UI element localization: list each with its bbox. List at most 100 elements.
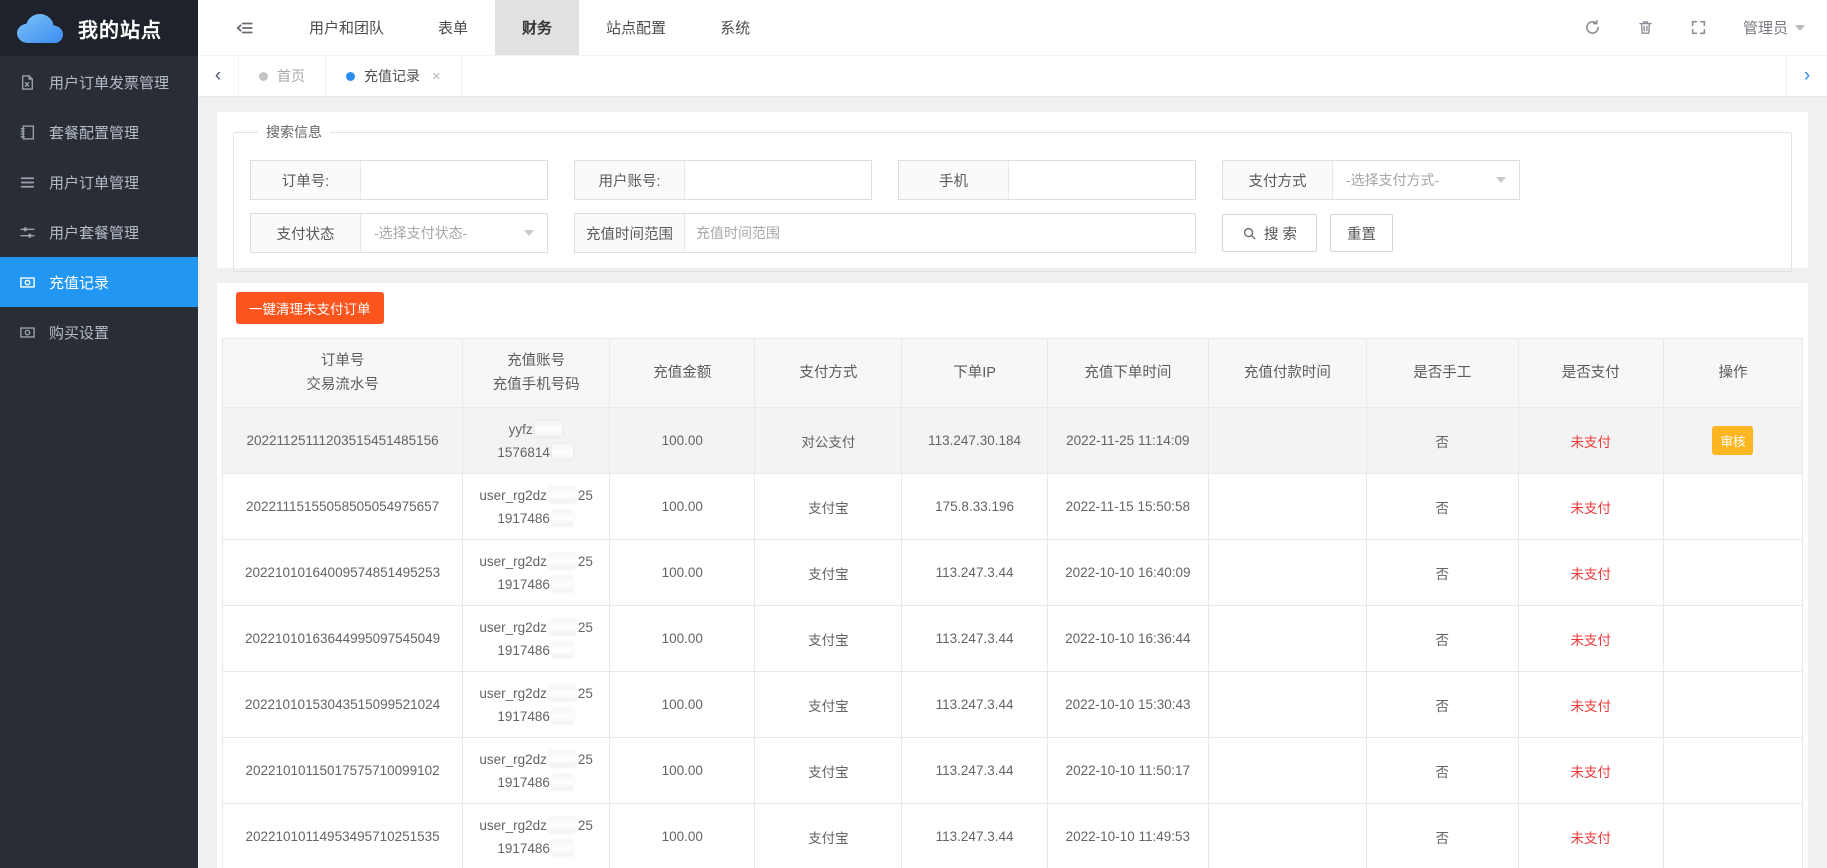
header-row: 订单号 交易流水号 充值账号 充值手机号码 充值金额 支付方式 下单IP 充值下单时间 充值付款… <box>221 338 1804 408</box>
cell-order-no: 20221115155058505054975657 <box>221 473 464 540</box>
table-head: 订单号 交易流水号 充值账号 充值手机号码 充值金额 支付方式 下单IP 充值下单时间 充值付款… <box>221 338 1804 408</box>
cell-amount: 100.00 <box>609 737 756 804</box>
cell-order-time: 2022-10-10 16:36:44 <box>1046 605 1209 672</box>
cell-action: 审核 <box>1662 407 1804 474</box>
sidebar-menu: 用户订单发票管理 套餐配置管理 用户订单管理 用户套餐管理充值记录 购买设置 <box>0 56 198 357</box>
topnav-item-site-config[interactable]: 站点配置 <box>579 0 693 55</box>
cell-pay-method: 支付宝 <box>754 803 903 868</box>
site-title: 我的站点 <box>78 19 162 42</box>
banknote-icon <box>19 324 36 341</box>
records-table: 订单号 交易流水号 充值账号 充值手机号码 充值金额 支付方式 下单IP 充值下单时间 充值付款… <box>221 338 1804 868</box>
sidebar-item-user-order-invoice[interactable]: 用户订单发票管理 <box>0 57 198 107</box>
sidebar-item-user-packages[interactable]: 用户套餐管理 <box>0 207 198 257</box>
tab-recharge-records[interactable]: 充值记录 × <box>326 56 462 96</box>
cell-pay-time <box>1207 605 1367 672</box>
cell-order-ip: 113.247.30.184 <box>901 407 1048 474</box>
pay-status-placeholder: -选择支付状态- <box>374 225 468 241</box>
pay-status-label: 支付状态 <box>251 214 361 252</box>
sidebar-item-label: 用户套餐管理 <box>49 224 140 242</box>
reset-button[interactable]: 重置 <box>1330 214 1394 252</box>
search-panel: 搜索信息 订单号: 用户账号: 手机 支付方式 -选择支付方式- 支付状态 -选… <box>217 112 1808 272</box>
tab-label: 充值记录 <box>364 68 420 84</box>
cell-is-manual: 否 <box>1365 671 1519 738</box>
topnav-item-label: 系统 <box>720 20 751 37</box>
tab-home[interactable]: 首页 <box>238 56 326 96</box>
pay-method-group: 支付方式 -选择支付方式- <box>1222 160 1520 200</box>
cell-order-time: 2022-10-10 11:50:17 <box>1046 737 1209 804</box>
topnav-items: 用户和团队 表单 财务 站点配置 系统 <box>282 0 777 55</box>
pay-status-badge: 未支付 <box>1570 434 1612 450</box>
audit-button[interactable]: 审核 <box>1712 426 1754 455</box>
redacted-text <box>551 443 573 460</box>
redacted-text <box>548 684 576 701</box>
pay-status-badge: 未支付 <box>1570 698 1612 714</box>
cell-order-ip: 113.247.3.44 <box>901 737 1048 804</box>
cell-action <box>1662 473 1804 540</box>
sidebar-item-label: 用户订单管理 <box>49 174 140 192</box>
redacted-text <box>551 509 573 526</box>
trash-icon[interactable] <box>1637 19 1654 36</box>
pay-status-badge: 未支付 <box>1570 632 1612 648</box>
banknote-icon <box>19 274 36 291</box>
column-header: 支付方式 <box>754 338 903 408</box>
redacted-text <box>534 420 562 437</box>
topnav-item-label: 表单 <box>438 20 469 37</box>
cell-order-time: 2022-10-10 16:40:09 <box>1046 539 1209 606</box>
phone-input[interactable] <box>1009 161 1195 199</box>
table-row: 20221010115017575710099102 user_rg2dz 25 19… <box>221 737 1804 804</box>
top-navbar: 用户和团队 表单 财务 站点配置 系统 管理员 <box>198 0 1827 56</box>
fullscreen-icon[interactable] <box>1690 19 1707 36</box>
close-icon[interactable]: × <box>432 68 441 85</box>
invoice-doc-icon <box>19 74 36 91</box>
user-menu[interactable]: 管理员 <box>1743 17 1805 38</box>
collapse-sidebar-icon[interactable] <box>236 19 254 37</box>
search-button[interactable]: 搜 索 <box>1222 214 1318 252</box>
tabs-scroll-left-icon[interactable]: ‹ <box>198 56 238 96</box>
tab-dot-icon <box>346 71 355 81</box>
cell-order-no: 20221125111203515451485156 <box>221 407 464 474</box>
topnav-item-system[interactable]: 系统 <box>693 0 777 55</box>
topnav-item-finance[interactable]: 财务 <box>495 0 580 55</box>
open-tabs: 首页 充值记录 × <box>238 56 462 96</box>
redacted-text <box>551 707 573 724</box>
tabs-scroll-right-icon[interactable]: › <box>1786 56 1827 96</box>
refresh-icon[interactable] <box>1584 19 1601 36</box>
sidebar-item-package-config[interactable]: 套餐配置管理 <box>0 107 198 157</box>
table-row: 20221010153043515099521024 user_rg2dz 25 19… <box>221 671 1804 738</box>
topnav-item-users-teams[interactable]: 用户和团队 <box>282 0 411 55</box>
sidebar-item-purchase-settings[interactable]: 购买设置 <box>0 307 198 357</box>
sliders-icon <box>19 224 36 241</box>
clean-unpaid-button[interactable]: 一键清理未支付订单 <box>236 292 384 324</box>
cell-amount: 100.00 <box>609 473 756 540</box>
order-no-input[interactable] <box>361 161 547 199</box>
topnav-item-label: 用户和团队 <box>309 20 385 37</box>
sidebar-item-label: 用户订单发票管理 <box>49 74 170 92</box>
cell-pay-status: 未支付 <box>1517 671 1664 738</box>
tab-bar: ‹ 首页 充值记录 × › <box>198 56 1827 97</box>
pay-method-select[interactable]: -选择支付方式- <box>1333 161 1519 199</box>
tab-label: 首页 <box>277 68 305 84</box>
sidebar-item-recharge-records[interactable]: 充值记录 <box>0 257 198 307</box>
topnav-item-forms[interactable]: 表单 <box>411 0 495 55</box>
cell-account: user_rg2dz 25 1917486 <box>462 473 611 540</box>
cell-order-no: 20221010164009574851495253 <box>221 539 464 606</box>
cell-action <box>1662 671 1804 738</box>
package-book-icon <box>19 124 36 141</box>
time-range-group: 充值时间范围 <box>574 213 1196 253</box>
cell-amount: 100.00 <box>609 407 756 474</box>
account-input[interactable] <box>685 161 871 199</box>
records-panel: 一键清理未支付订单 订单号 交易流水号 充值账号 充值手机号码 充值金额 支付方式 下单IP… <box>217 283 1808 868</box>
cell-pay-method: 支付宝 <box>754 737 903 804</box>
main-content: 搜索信息 订单号: 用户账号: 手机 支付方式 -选择支付方式- 支付状态 -选… <box>198 97 1827 868</box>
cell-pay-method: 支付宝 <box>754 473 903 540</box>
redacted-text <box>548 750 576 767</box>
pay-status-select[interactable]: -选择支付状态- <box>361 214 547 252</box>
order-no-label: 订单号: <box>251 161 361 199</box>
cell-account: user_rg2dz 25 1917486 <box>462 803 611 868</box>
pay-method-label: 支付方式 <box>1223 161 1333 199</box>
cell-amount: 100.00 <box>609 539 756 606</box>
sidebar-item-label: 套餐配置管理 <box>49 124 140 142</box>
table-row: 20221125111203515451485156 yyfz 1576814 100… <box>221 407 1804 474</box>
time-range-input[interactable] <box>685 214 1195 252</box>
sidebar-item-user-orders[interactable]: 用户订单管理 <box>0 157 198 207</box>
